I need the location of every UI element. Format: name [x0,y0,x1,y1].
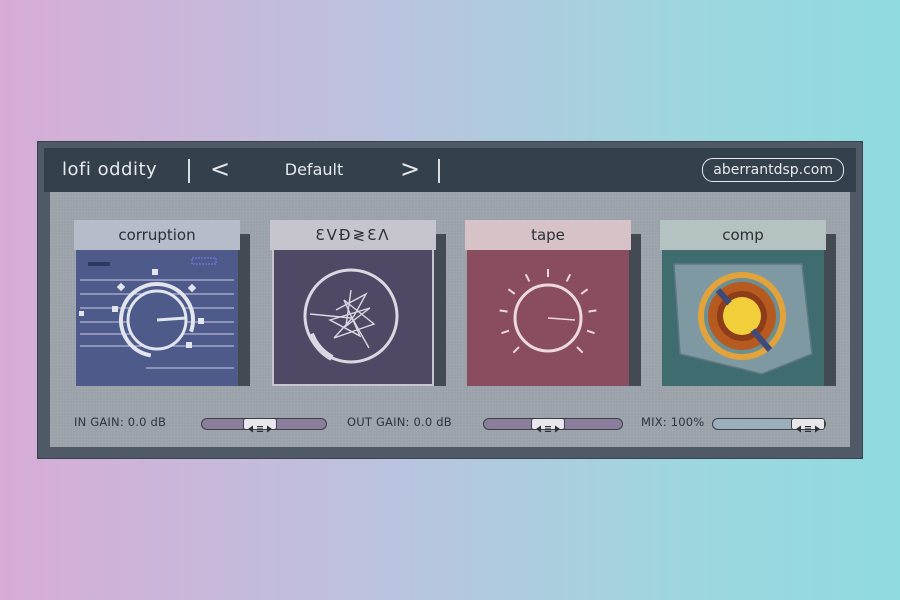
tape-tick-mark [512,346,520,354]
glitch-knob-icon[interactable] [274,250,432,384]
glitch-screen [272,250,434,386]
header-bar: lofi oddity < Default > aberrantdsp.com [44,148,856,192]
tape-screen [467,250,629,386]
in-gain-value: 0.0 dB [127,415,167,429]
in-gain-readout: IN GAIN: 0.0 dB [74,415,166,429]
out-gain-slider[interactable] [483,418,623,433]
out-gain-value: 0.0 dB [413,415,452,429]
tape-tick-mark [588,309,597,313]
slider-grip-icon [536,425,560,433]
in-gain-slider-thumb[interactable] [243,418,277,433]
tape-tick-mark [586,329,595,335]
corruption-screen [76,250,238,386]
tape-tick-mark [576,346,584,354]
tape-tick-mark [524,273,531,282]
in-gain-slider[interactable] [201,418,327,433]
prev-preset-button[interactable]: < [210,148,230,192]
plugin-title: lofi oddity [62,159,158,180]
comp-screen [662,250,824,386]
comp-module: comp [660,220,836,386]
tape-tick-mark [499,309,508,313]
out-gain-slider-thumb[interactable] [531,418,565,433]
header-divider [438,159,440,183]
slider-grip-icon [796,425,820,433]
tape-tick-mark [507,288,516,295]
tape-label: tape [465,220,631,250]
glitch-module: ƐVƉ≷ƐɅ [270,220,446,386]
website-link[interactable]: aberrantdsp.com [702,158,844,182]
mix-readout: MIX: 100% [641,415,704,429]
tape-tick-mark [580,288,589,295]
tape-module: tape [465,220,641,386]
tape-knob-icon[interactable] [467,250,629,386]
out-gain-label: OUT GAIN: [347,415,410,429]
plugin-window: lofi oddity < Default > aberrantdsp.com … [37,141,863,459]
corruption-label: corruption [74,220,240,250]
preset-name[interactable]: Default [244,148,384,192]
in-gain-label: IN GAIN: [74,415,124,429]
slider-grip-icon [248,425,272,433]
corruption-module: corruption [74,220,250,386]
mix-label: MIX: [641,415,667,429]
comp-meter-icon[interactable] [662,250,824,386]
corruption-knob-icon[interactable] [76,250,238,386]
mix-value: 100% [670,415,705,429]
tape-tick-mark [501,329,510,335]
mix-slider-thumb[interactable] [791,418,825,433]
comp-label: comp [660,220,826,250]
out-gain-readout: OUT GAIN: 0.0 dB [347,415,452,429]
main-panel: corruption ƐVƉ≷ƐɅ tape comp IN GAIN: 0.0… [50,192,850,447]
header-divider [188,159,190,183]
mix-slider[interactable] [712,418,826,433]
glitch-label: ƐVƉ≷ƐɅ [270,220,436,250]
tape-tick-mark [565,273,572,282]
next-preset-button[interactable]: > [400,148,420,192]
